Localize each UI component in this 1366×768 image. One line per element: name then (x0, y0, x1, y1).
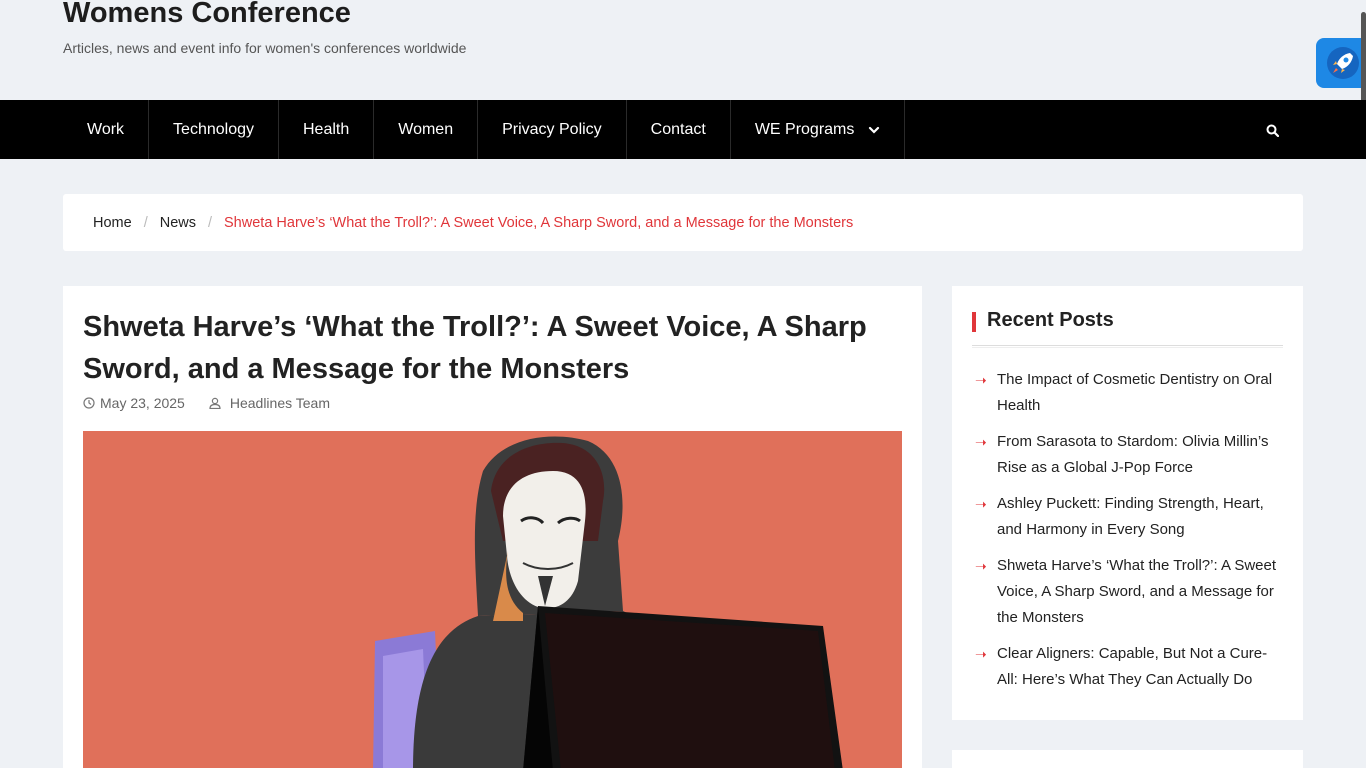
featured-image[interactable] (83, 431, 902, 768)
nav-item-contact[interactable]: Contact (627, 100, 731, 159)
search-button[interactable] (1258, 116, 1286, 144)
post-author-text: Headlines Team (229, 395, 330, 411)
nav-item-health[interactable]: Health (279, 100, 375, 159)
article: Shweta Harve’s ‘What the Troll?’: A Swee… (63, 286, 922, 768)
recent-post-link[interactable]: ➝ Shweta Harve’s ‘What the Troll?’: A Swe… (972, 553, 1287, 631)
breadcrumb-current: Shweta Harve’s ‘What the Troll?’: A Swee… (224, 214, 854, 231)
recent-post-title: Clear Aligners: Capable, But Not a Cure-… (997, 645, 1268, 688)
arrow-right-icon: ➝ (975, 434, 987, 450)
heading-accent-bar (972, 312, 976, 332)
main-navigation: Work Technology Health Women Privacy Pol… (0, 100, 1366, 159)
chevron-down-icon (869, 126, 880, 134)
recent-post-title: Shweta Harve’s ‘What the Troll?’: A Swee… (997, 557, 1277, 626)
post-author[interactable]: Headlines Team (209, 395, 330, 411)
clock-icon (83, 397, 95, 409)
sidebar-widget-next (952, 750, 1303, 768)
search-icon (1266, 124, 1279, 137)
site-title[interactable]: Womens Conference (63, 0, 351, 30)
breadcrumb-home[interactable]: Home (93, 215, 132, 231)
breadcrumb: Home / News / Shweta Harve’s ‘What the T… (63, 194, 1303, 251)
nav-item-we-programs[interactable]: WE Programs (731, 100, 906, 159)
recent-posts-heading: Recent Posts (972, 309, 1283, 348)
site-header: Womens Conference Articles, news and eve… (0, 0, 1366, 100)
recent-post-title: The Impact of Cosmetic Dentistry on Oral… (997, 371, 1273, 414)
recent-post-link[interactable]: ➝ From Sarasota to Stardom: Olivia Millin… (972, 429, 1287, 481)
breadcrumb-separator: / (143, 214, 148, 231)
sidebar-recent-posts: Recent Posts ➝ The Impact of Cosmetic Den… (952, 286, 1303, 720)
recent-post-link[interactable]: ➝ Ashley Puckett: Finding Strength, Heart… (972, 491, 1287, 543)
heading-divider (972, 347, 1283, 348)
post-title: Shweta Harve’s ‘What the Troll?’: A Swee… (83, 311, 867, 385)
nav-item-technology[interactable]: Technology (149, 100, 279, 159)
recent-post-title: Ashley Puckett: Finding Strength, Heart,… (997, 495, 1264, 538)
recent-post-link[interactable]: ➝ Clear Aligners: Capable, But Not a Cure… (972, 641, 1287, 693)
hooded-figure-illustration (83, 431, 902, 768)
user-icon (209, 397, 221, 409)
breadcrumb-separator: / (207, 214, 213, 231)
breadcrumb-news[interactable]: News (160, 215, 196, 231)
arrow-right-icon: ➝ (975, 646, 987, 662)
recent-posts-title: Recent Posts (987, 309, 1114, 331)
rocket-button[interactable] (1316, 38, 1366, 88)
post-date[interactable]: May 23, 2025 (83, 395, 185, 411)
site-tagline: Articles, news and event info for women'… (63, 40, 467, 56)
arrow-right-icon: ➝ (975, 496, 987, 512)
arrow-right-icon: ➝ (975, 372, 987, 388)
recent-post-title: From Sarasota to Stardom: Olivia Millin’… (997, 433, 1269, 476)
rocket-icon (1327, 47, 1359, 79)
arrow-right-icon: ➝ (975, 558, 987, 574)
nav-item-we-programs-label: WE Programs (754, 120, 855, 138)
nav-item-work[interactable]: Work (63, 100, 150, 159)
post-meta: May 23, 2025 Headlines Team (83, 395, 330, 411)
nav-item-privacy-policy[interactable]: Privacy Policy (478, 100, 627, 159)
recent-post-link[interactable]: ➝ The Impact of Cosmetic Dentistry on Ora… (972, 367, 1287, 419)
recent-posts-list: ➝ The Impact of Cosmetic Dentistry on Ora… (972, 367, 1287, 703)
post-date-text: May 23, 2025 (100, 395, 185, 411)
nav-item-women[interactable]: Women (374, 100, 479, 159)
